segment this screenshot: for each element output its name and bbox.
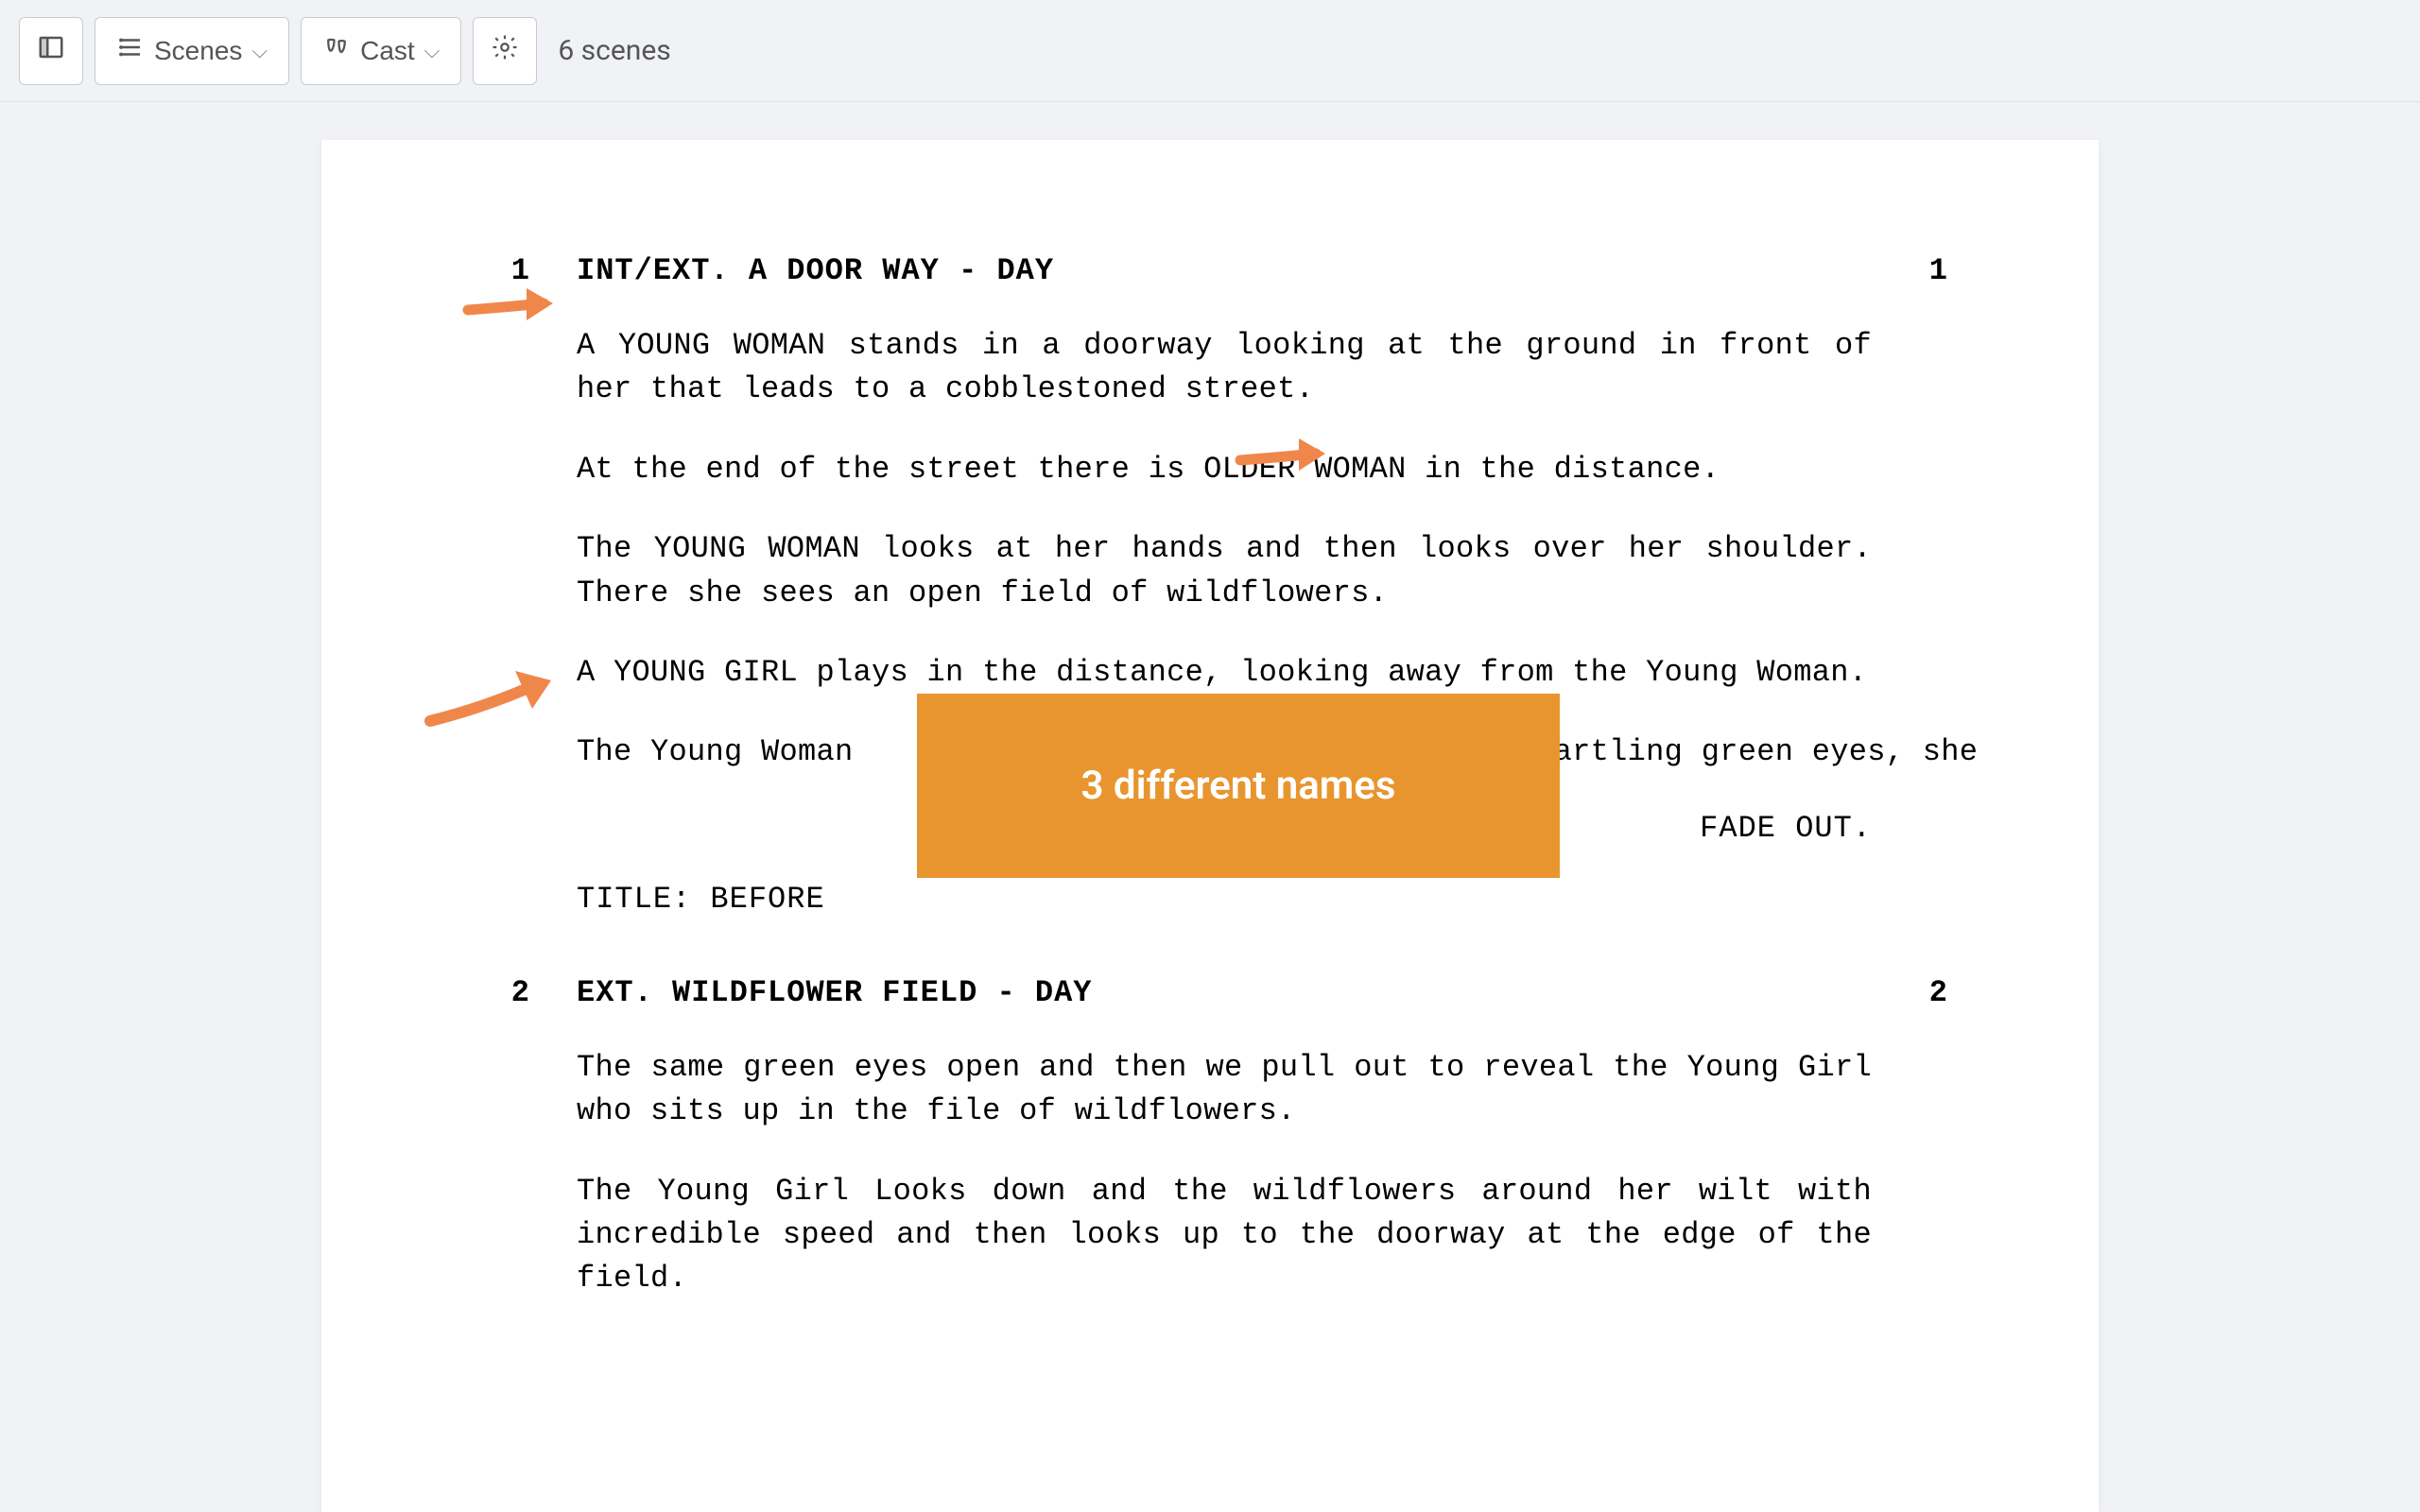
scene-heading[interactable]: EXT. WILDFLOWER FIELD - DAY [577,975,1872,1010]
cast-label: Cast [360,36,415,66]
settings-button[interactable] [473,17,537,85]
chevron-down-icon: ⌵ [251,39,268,63]
scene-heading-row: 1 INT/EXT. A DOOR WAY - DAY 1 [473,253,1947,288]
scene-number-left: 1 [473,253,577,288]
action-text[interactable]: A YOUNG GIRL plays in the distance, look… [577,651,1872,695]
scene-heading-row: 2 EXT. WILDFLOWER FIELD - DAY 2 [473,975,1947,1010]
action-text[interactable]: The Young Girl Looks down and the wildfl… [577,1170,1872,1301]
scene-block: 1 INT/EXT. A DOOR WAY - DAY 1 A YOUNG WO… [473,253,1947,917]
action-text[interactable]: A YOUNG WOMAN stands in a doorway lookin… [577,324,1872,412]
content-area: 1 INT/EXT. A DOOR WAY - DAY 1 A YOUNG WO… [0,102,2420,1512]
cast-dropdown[interactable]: Cast ⌵ [301,17,461,85]
panel-toggle-button[interactable] [19,17,83,85]
masks-icon [322,33,351,68]
scene-number-right: 1 [1872,253,1947,288]
title-text[interactable]: TITLE: BEFORE [577,882,1872,917]
action-text[interactable]: The YOUNG WOMAN looks at her hands and t… [577,527,1872,615]
gear-icon [491,33,519,68]
action-text[interactable]: The Young Woman on startling green eyes,… [577,730,1872,774]
scene-number-right: 2 [1872,975,1947,1010]
scene-count: 6 scenes [558,34,670,67]
scenes-dropdown[interactable]: Scenes ⌵ [95,17,289,85]
chevron-down-icon: ⌵ [424,39,441,63]
panel-icon [37,33,65,68]
transition-text[interactable]: FADE OUT. [577,811,1872,846]
scenes-label: Scenes [154,36,242,66]
scene-number-left: 2 [473,975,577,1010]
scene-block: 2 EXT. WILDFLOWER FIELD - DAY 2 The same… [473,975,1947,1301]
list-icon [116,33,145,68]
action-text[interactable]: The same green eyes open and then we pul… [577,1046,1872,1134]
toolbar: Scenes ⌵ Cast ⌵ 6 scenes [0,0,2420,102]
scene-heading[interactable]: INT/EXT. A DOOR WAY - DAY [577,253,1872,288]
action-text[interactable]: At the end of the street there is OLDER … [577,448,1872,491]
script-page: 1 INT/EXT. A DOOR WAY - DAY 1 A YOUNG WO… [321,140,2099,1512]
